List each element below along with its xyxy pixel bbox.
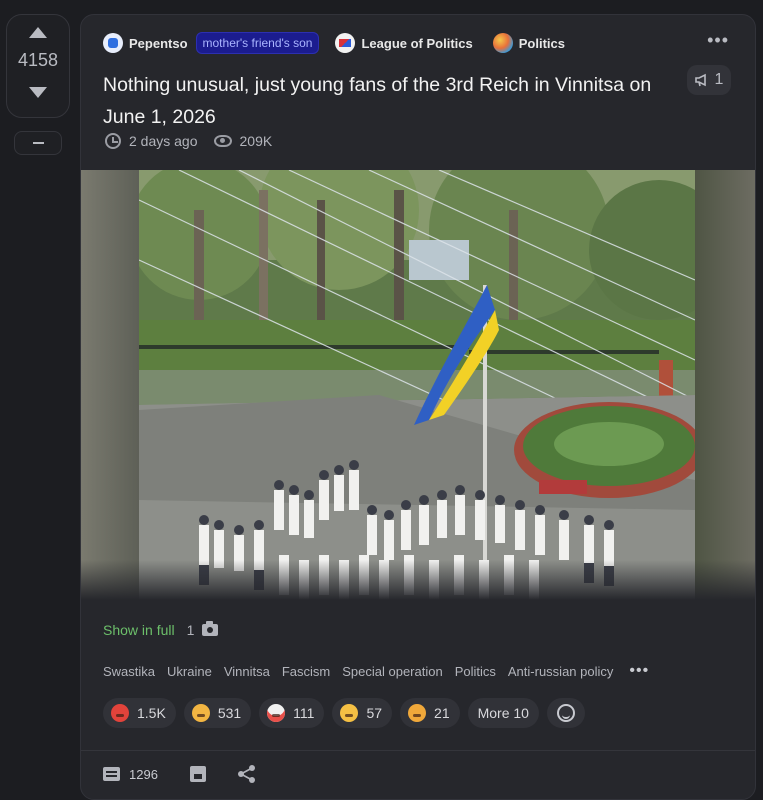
tag-list: Swastika Ukraine Vinnitsa Fascism Specia… <box>103 662 649 680</box>
tag-item[interactable]: Swastika <box>103 664 155 679</box>
post-time: 2 days ago <box>129 133 198 149</box>
add-reaction-button[interactable] <box>546 698 585 728</box>
astonished-face-icon <box>408 704 427 722</box>
community-league-of-politics[interactable]: League of Politics <box>361 36 472 51</box>
post-header: Pepentso mother's friend's son League of… <box>103 31 565 55</box>
reaction-count: 111 <box>293 705 315 721</box>
clock-icon <box>105 133 121 149</box>
media-blur-right <box>695 170 755 600</box>
reaction-count: 531 <box>217 705 242 721</box>
minus-icon <box>32 142 44 144</box>
reaction-clown-button[interactable]: 111 <box>259 698 325 728</box>
reaction-count: 1.5K <box>137 705 166 721</box>
tag-item[interactable]: Fascism <box>282 664 330 679</box>
reaction-thinking-button[interactable]: 531 <box>183 698 252 728</box>
promote-count: 1 <box>714 71 724 88</box>
more-reactions-button[interactable]: More 10 <box>467 698 539 728</box>
save-icon[interactable] <box>189 766 206 782</box>
more-reactions-label: More 10 <box>477 705 529 721</box>
view-count: 209K <box>239 133 273 149</box>
eye-icon <box>213 135 232 147</box>
more-tags-icon[interactable]: ••• <box>629 662 649 680</box>
post-footer: 1296 <box>103 765 256 783</box>
community-politics[interactable]: Politics <box>519 36 565 51</box>
post-card: Pepentso mother's friend's son League of… <box>80 14 756 800</box>
reaction-astonished-button[interactable]: 21 <box>400 698 460 728</box>
promote-button[interactable]: 1 <box>687 65 731 95</box>
reaction-count: 57 <box>366 705 383 721</box>
reactions-bar: 1.5K 531 111 57 21 More 10 <box>103 698 585 728</box>
post-meta: 2 days ago 209K <box>105 133 272 149</box>
clown-face-icon <box>267 704 286 722</box>
comment-icon[interactable] <box>103 767 120 781</box>
politics-community-icon[interactable] <box>492 33 513 53</box>
media-blur-left <box>81 170 139 600</box>
downvote-arrow-icon[interactable] <box>29 87 47 98</box>
comment-count[interactable]: 1296 <box>129 767 158 782</box>
footer-divider <box>81 750 755 751</box>
photo-scene <box>139 170 695 600</box>
show-in-full-row: Show in full 1 <box>103 621 219 638</box>
vote-widget: 4158 <box>6 14 70 118</box>
reaction-laughing-button[interactable]: 57 <box>332 698 393 728</box>
tag-item[interactable]: Politics <box>455 664 496 679</box>
user-flair: mother's friend's son <box>195 32 320 54</box>
angry-face-icon <box>111 704 129 722</box>
tag-item[interactable]: Ukraine <box>167 664 212 679</box>
share-icon[interactable] <box>237 765 256 783</box>
camera-icon <box>202 621 219 636</box>
post-photo[interactable] <box>139 170 695 600</box>
upvote-arrow-icon[interactable] <box>29 27 47 38</box>
more-options-icon[interactable]: ••• <box>707 31 729 49</box>
photo-count: 1 <box>186 622 195 638</box>
megaphone-icon <box>694 73 706 87</box>
league-of-politics-icon[interactable] <box>335 33 356 53</box>
vote-count: 4158 <box>17 50 59 70</box>
show-in-full-link[interactable]: Show in full <box>103 622 175 638</box>
media-fade <box>81 560 755 600</box>
collapse-button[interactable] <box>14 131 62 155</box>
community-avatar-icon[interactable] <box>103 33 123 53</box>
smiley-add-icon <box>556 704 575 722</box>
tag-item[interactable]: Anti-russian policy <box>508 664 614 679</box>
tag-item[interactable]: Special operation <box>342 664 442 679</box>
post-title[interactable]: Nothing unusual, just young fans of the … <box>103 69 673 133</box>
community-name[interactable]: Pepentso <box>129 36 188 51</box>
reaction-count: 21 <box>434 705 450 721</box>
post-media[interactable] <box>81 170 755 600</box>
reaction-angry-button[interactable]: 1.5K <box>103 698 176 728</box>
thinking-face-icon <box>191 704 210 722</box>
tag-item[interactable]: Vinnitsa <box>224 664 270 679</box>
laughing-face-icon <box>340 704 359 722</box>
